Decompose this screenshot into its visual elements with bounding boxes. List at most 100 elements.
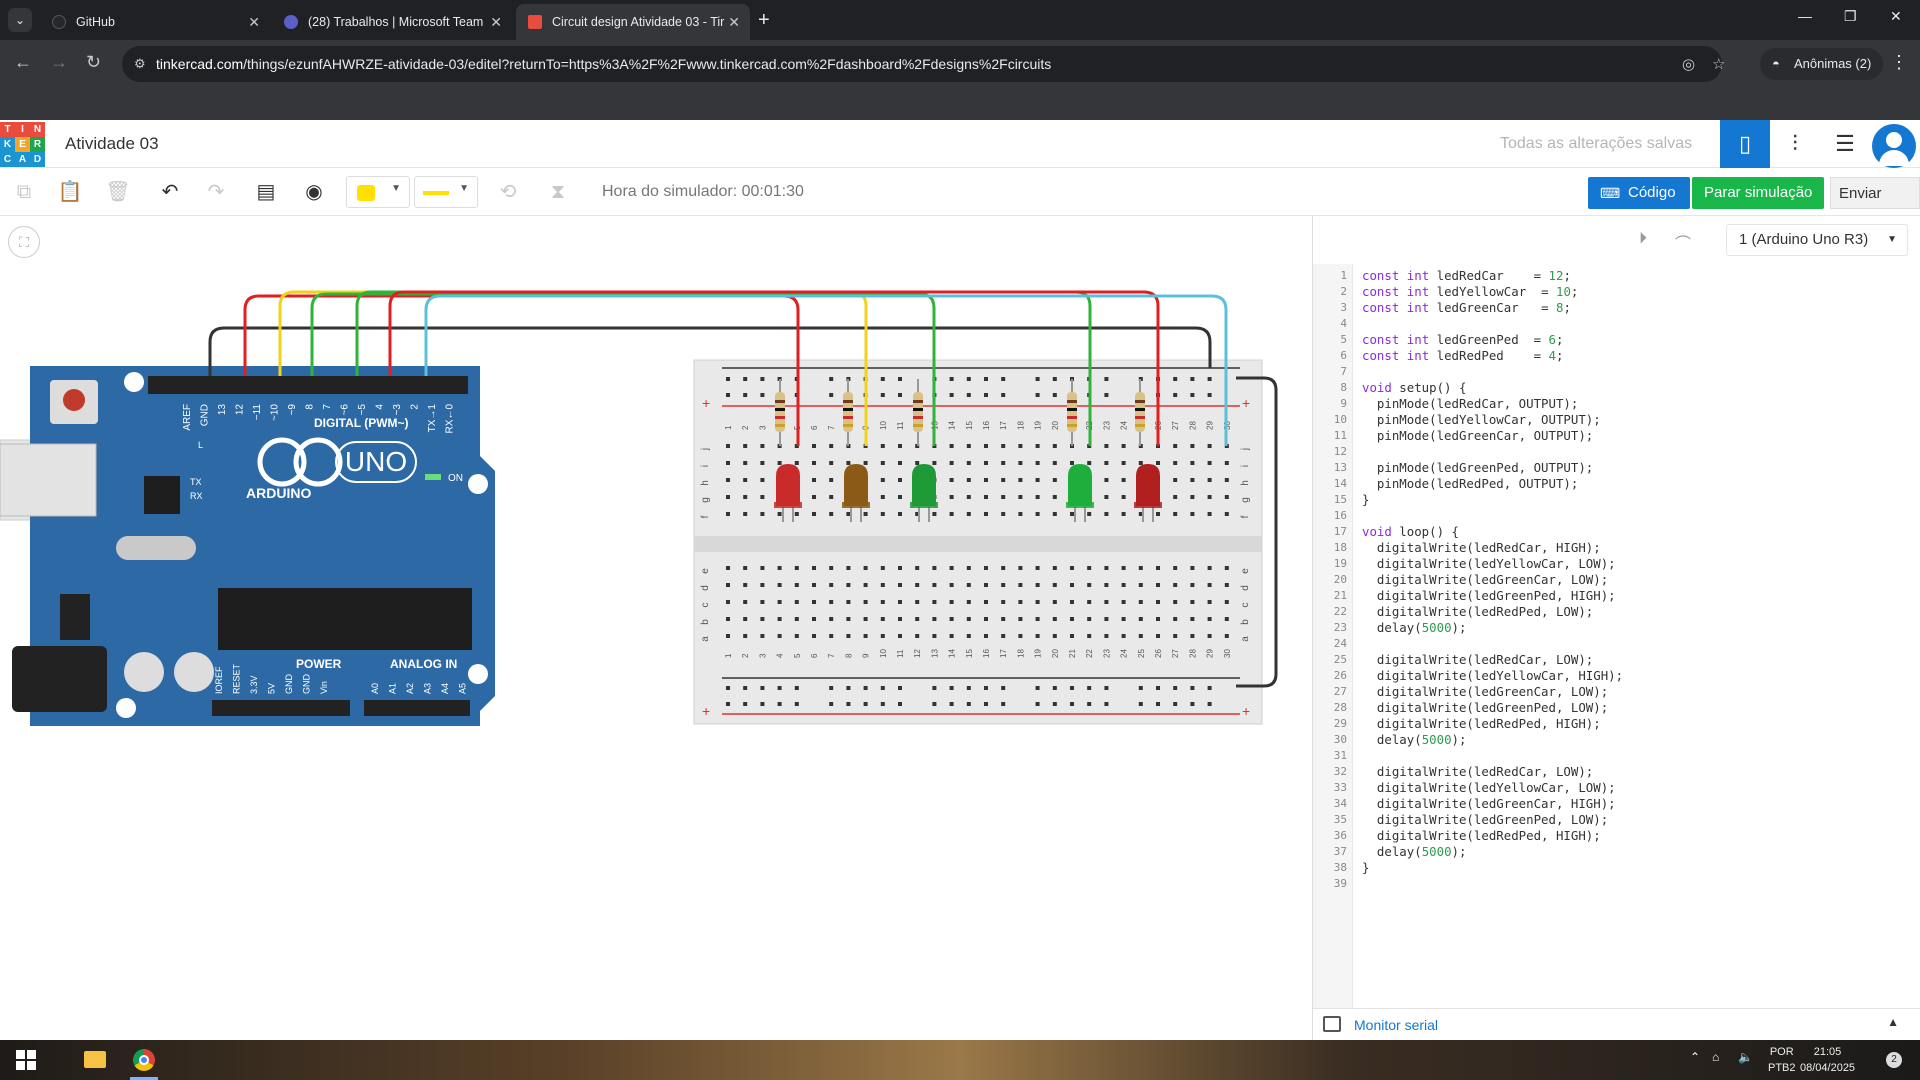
power-header[interactable]	[212, 700, 350, 716]
url-input[interactable]: ⚙ tinkercad.com/things/ezunfAHWRZE-ativi…	[122, 46, 1725, 82]
chevron-up-icon[interactable]: ▲	[1887, 1015, 1899, 1029]
code-line[interactable]: 13 pinMode(ledGreenPed, OUTPUT);	[1313, 460, 1920, 476]
code-line[interactable]: 37 delay(5000);	[1313, 844, 1920, 860]
windows-start-icon[interactable]	[16, 1050, 36, 1070]
tab-search-button[interactable]: ⌄	[8, 8, 32, 32]
tab-github[interactable]: GitHub ✕	[40, 4, 270, 40]
code-line[interactable]: 9 pinMode(ledRedCar, OUTPUT);	[1313, 396, 1920, 412]
code-line[interactable]: 28 digitalWrite(ledGreenPed, LOW);	[1313, 700, 1920, 716]
serial-monitor-bar[interactable]: Monitor serial ▲	[1313, 1008, 1920, 1040]
step-debug-icon[interactable]: ⏵	[1639, 230, 1647, 248]
code-line[interactable]: 21 digitalWrite(ledGreenPed, HIGH);	[1313, 588, 1920, 604]
restore-icon[interactable]: ❐	[1844, 8, 1857, 25]
undo-icon[interactable]: ↶	[156, 178, 184, 206]
eye-off-icon[interactable]: ◎	[1682, 55, 1695, 73]
code-line[interactable]: 15}	[1313, 492, 1920, 508]
code-line[interactable]: 2 const int ledYellowCar = 10;	[1313, 284, 1920, 300]
paste-icon[interactable]: 📋	[56, 178, 84, 206]
site-info-icon[interactable]: ⚙	[134, 56, 146, 72]
browser-menu-icon[interactable]: ⋮	[1890, 52, 1908, 73]
flip-icon[interactable]: ⧗	[544, 178, 572, 206]
code-line[interactable]: 23 delay(5000);	[1313, 620, 1920, 636]
code-line[interactable]: 10 pinMode(ledYellowCar, OUTPUT);	[1313, 412, 1920, 428]
circuit-view-icon[interactable]: ▯	[1720, 120, 1770, 168]
user-avatar[interactable]	[1872, 124, 1916, 168]
yellow-car-led[interactable]	[844, 464, 868, 506]
bookmark-star-icon[interactable]: ☆	[1712, 55, 1725, 73]
copy-icon[interactable]: ⧉	[10, 178, 38, 206]
code-line[interactable]: 5 const int ledGreenPed = 6;	[1313, 332, 1920, 348]
code-line[interactable]: 16	[1313, 508, 1920, 524]
tab-tinkercad[interactable]: Circuit design Atividade 03 - Tir ✕	[516, 4, 750, 40]
code-line[interactable]: 17 void loop() {	[1313, 524, 1920, 540]
circuit-canvas[interactable]: ⛶ UNO ARDUINO DIGITAL (PWM~) POWER ANALO…	[0, 216, 1312, 1040]
code-line[interactable]: 25 digitalWrite(ledRedCar, LOW);	[1313, 652, 1920, 668]
analog-header[interactable]	[364, 700, 470, 716]
chrome-icon[interactable]	[120, 1040, 168, 1080]
code-line[interactable]: 31	[1313, 748, 1920, 764]
code-line[interactable]: 6 const int ledRedPed = 4;	[1313, 348, 1920, 364]
code-line[interactable]: 38}	[1313, 860, 1920, 876]
code-line[interactable]: 30 delay(5000);	[1313, 732, 1920, 748]
digital-header[interactable]	[148, 376, 468, 394]
breakpoint-icon[interactable]: ⌒	[1675, 230, 1691, 254]
volume-icon[interactable]: 🔈	[1738, 1050, 1753, 1064]
show-hidden-icons-icon[interactable]: ⌃	[1690, 1050, 1700, 1064]
code-line[interactable]: 20 digitalWrite(ledGreenCar, LOW);	[1313, 572, 1920, 588]
stop-simulation-button[interactable]: Parar simulação	[1692, 177, 1825, 209]
code-line[interactable]: 24	[1313, 636, 1920, 652]
code-line[interactable]: 12	[1313, 444, 1920, 460]
system-clock[interactable]: 21:05 08/04/2025	[1800, 1044, 1855, 1076]
close-tab-icon[interactable]: ✕	[490, 4, 502, 40]
close-tab-icon[interactable]: ✕	[728, 4, 740, 40]
code-line[interactable]: 18 digitalWrite(ledRedCar, HIGH);	[1313, 540, 1920, 556]
code-line[interactable]: 7	[1313, 364, 1920, 380]
code-button[interactable]: ⌨ Código	[1588, 177, 1690, 209]
code-line[interactable]: 32 digitalWrite(ledRedCar, LOW);	[1313, 764, 1920, 780]
red-car-led[interactable]	[776, 464, 800, 506]
send-to-button[interactable]: Enviar para	[1830, 177, 1920, 234]
forward-icon[interactable]: →	[50, 52, 68, 73]
code-line[interactable]: 29 digitalWrite(ledRedPed, HIGH);	[1313, 716, 1920, 732]
code-line[interactable]: 35 digitalWrite(ledGreenPed, LOW);	[1313, 812, 1920, 828]
code-line[interactable]: 3 const int ledGreenCar = 8;	[1313, 300, 1920, 316]
code-line[interactable]: 11 pinMode(ledGreenCar, OUTPUT);	[1313, 428, 1920, 444]
code-line[interactable]: 4	[1313, 316, 1920, 332]
code-text-area[interactable]: 1 const int ledRedCar = 12; 2 const int led…	[1313, 268, 1920, 892]
minimize-icon[interactable]: —	[1798, 8, 1812, 24]
notes-icon[interactable]: ▤	[252, 178, 280, 206]
new-tab-button[interactable]: +	[758, 8, 770, 32]
code-line[interactable]: 34 digitalWrite(ledGreenCar, HIGH);	[1313, 796, 1920, 812]
redo-icon[interactable]: ↷	[202, 178, 230, 206]
code-line[interactable]: 39	[1313, 876, 1920, 892]
back-icon[interactable]: ←	[14, 52, 32, 73]
close-tab-icon[interactable]: ✕	[248, 4, 260, 40]
reset-button-cap[interactable]	[63, 389, 85, 411]
schematic-view-icon[interactable]: ⫶	[1770, 120, 1820, 168]
code-line[interactable]: 26 digitalWrite(ledYellowCar, HIGH);	[1313, 668, 1920, 684]
wire-type-dropdown[interactable]: ▼	[414, 176, 478, 208]
tinkercad-logo[interactable]: TINKERCAD	[0, 122, 45, 167]
code-line[interactable]: 1 const int ledRedCar = 12;	[1313, 268, 1920, 284]
file-explorer-icon[interactable]	[70, 1040, 118, 1080]
notifications-badge[interactable]: 2	[1886, 1052, 1902, 1068]
code-line[interactable]: 27 digitalWrite(ledGreenCar, LOW);	[1313, 684, 1920, 700]
tab-teams[interactable]: (28) Trabalhos | Microsoft Team ✕	[272, 4, 512, 40]
rotate-icon[interactable]: ⟲	[494, 178, 522, 206]
incognito-profile-button[interactable]: ◓ Anônimas (2)	[1760, 48, 1884, 80]
code-line[interactable]: 36 digitalWrite(ledRedPed, HIGH);	[1313, 828, 1920, 844]
color-dropdown[interactable]: ▼	[346, 176, 410, 208]
code-line[interactable]: 8 void setup() {	[1313, 380, 1920, 396]
input-language[interactable]: POR PTB2	[1768, 1044, 1796, 1076]
close-window-icon[interactable]: ✕	[1890, 8, 1902, 25]
design-title[interactable]: Atividade 03	[65, 134, 159, 154]
component-list-icon[interactable]: ☰	[1820, 120, 1870, 168]
device-select[interactable]: 1 (Arduino Uno R3) ▼	[1726, 224, 1908, 256]
green-ped-led[interactable]	[1068, 464, 1092, 506]
red-ped-led[interactable]	[1136, 464, 1160, 506]
code-line[interactable]: 22 digitalWrite(ledRedPed, LOW);	[1313, 604, 1920, 620]
code-line[interactable]: 14 pinMode(ledRedPed, OUTPUT);	[1313, 476, 1920, 492]
code-line[interactable]: 19 digitalWrite(ledYellowCar, LOW);	[1313, 556, 1920, 572]
code-line[interactable]: 33 digitalWrite(ledYellowCar, LOW);	[1313, 780, 1920, 796]
green-car-led[interactable]	[912, 464, 936, 506]
